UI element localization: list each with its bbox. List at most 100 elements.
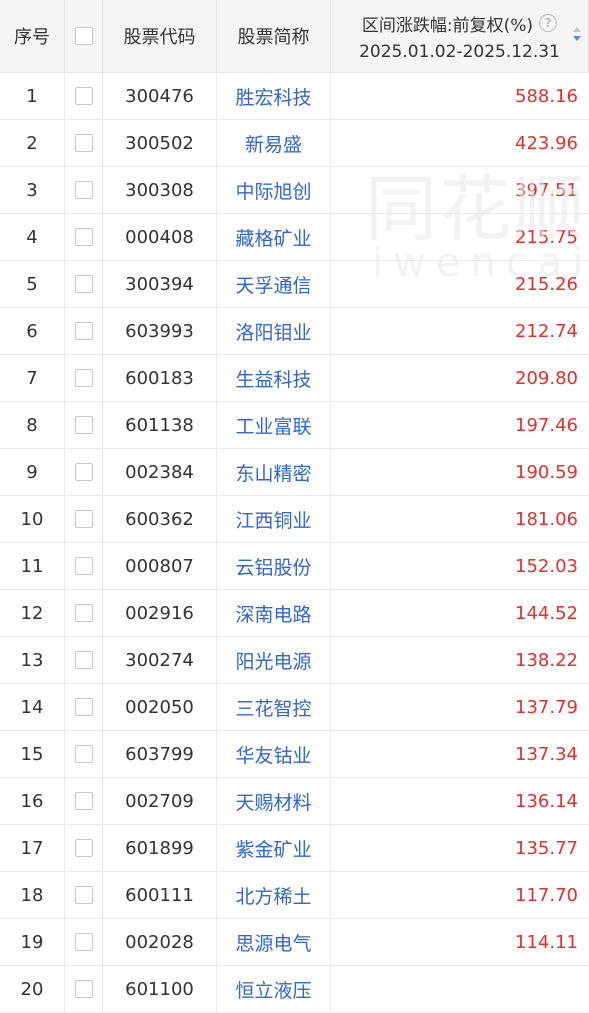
select-all-checkbox[interactable] xyxy=(74,27,93,45)
table-row[interactable]: 13 300274 阳光电源 138.22 xyxy=(0,637,589,684)
stock-name-link[interactable]: 东山精密 xyxy=(235,459,311,486)
row-name[interactable]: 中际旭创 xyxy=(217,167,331,213)
table-row[interactable]: 11 000807 云铝股份 152.03 xyxy=(0,543,589,590)
row-name[interactable]: 洛阳钼业 xyxy=(217,308,331,354)
row-name[interactable]: 深南电路 xyxy=(217,590,331,636)
row-name[interactable]: 三花智控 xyxy=(217,684,331,730)
table-row[interactable]: 1 300476 胜宏科技 588.16 xyxy=(0,73,589,120)
row-select[interactable] xyxy=(65,261,103,307)
help-icon[interactable]: ? xyxy=(539,14,558,32)
row-name[interactable]: 华友钴业 xyxy=(217,731,331,777)
header-code[interactable]: 股票代码 xyxy=(103,0,217,72)
header-select-all[interactable] xyxy=(65,0,103,72)
row-name[interactable]: 江西铜业 xyxy=(217,496,331,542)
row-select[interactable] xyxy=(65,449,103,495)
row-name[interactable]: 恒立液压 xyxy=(217,966,331,1012)
header-name[interactable]: 股票简称 xyxy=(217,0,331,72)
row-checkbox[interactable] xyxy=(74,510,93,528)
row-name[interactable]: 天赐材料 xyxy=(217,778,331,824)
row-checkbox[interactable] xyxy=(74,181,93,199)
row-name[interactable]: 紫金矿业 xyxy=(217,825,331,871)
row-name[interactable]: 天孚通信 xyxy=(217,261,331,307)
table-row[interactable]: 2 300502 新易盛 423.96 xyxy=(0,120,589,167)
table-row[interactable]: 18 600111 北方稀土 117.70 xyxy=(0,872,589,919)
row-name[interactable]: 阳光电源 xyxy=(217,637,331,683)
stock-name-link[interactable]: 洛阳钼业 xyxy=(235,318,311,345)
row-checkbox[interactable] xyxy=(74,886,93,904)
stock-name-link[interactable]: 中际旭创 xyxy=(235,177,311,204)
row-name[interactable]: 新易盛 xyxy=(217,120,331,166)
row-checkbox[interactable] xyxy=(74,745,93,763)
row-checkbox[interactable] xyxy=(74,980,93,998)
row-select[interactable] xyxy=(65,637,103,683)
row-select[interactable] xyxy=(65,120,103,166)
row-checkbox[interactable] xyxy=(74,651,93,669)
row-select[interactable] xyxy=(65,684,103,730)
row-select[interactable] xyxy=(65,919,103,965)
table-row[interactable]: 20 601100 恒立液压 xyxy=(0,966,589,1013)
table-row[interactable]: 12 002916 深南电路 144.52 xyxy=(0,590,589,637)
row-select[interactable] xyxy=(65,496,103,542)
sort-icon[interactable] xyxy=(572,26,582,42)
row-select[interactable] xyxy=(65,73,103,119)
row-checkbox[interactable] xyxy=(74,322,93,340)
row-name[interactable]: 工业富联 xyxy=(217,402,331,448)
row-name[interactable]: 思源电气 xyxy=(217,919,331,965)
row-checkbox[interactable] xyxy=(74,275,93,293)
header-change[interactable]: 区间涨跌幅:前复权(%) ? 2025.01.02-2025.12.31 xyxy=(331,0,589,72)
stock-name-link[interactable]: 天赐材料 xyxy=(235,788,311,815)
stock-name-link[interactable]: 新易盛 xyxy=(245,130,302,157)
row-select[interactable] xyxy=(65,402,103,448)
table-row[interactable]: 15 603799 华友钴业 137.34 xyxy=(0,731,589,778)
table-row[interactable]: 16 002709 天赐材料 136.14 xyxy=(0,778,589,825)
row-name[interactable]: 云铝股份 xyxy=(217,543,331,589)
row-checkbox[interactable] xyxy=(74,134,93,152)
row-name[interactable]: 胜宏科技 xyxy=(217,73,331,119)
row-name[interactable]: 东山精密 xyxy=(217,449,331,495)
row-checkbox[interactable] xyxy=(74,416,93,434)
stock-name-link[interactable]: 天孚通信 xyxy=(235,271,311,298)
row-name[interactable]: 生益科技 xyxy=(217,355,331,401)
row-checkbox[interactable] xyxy=(74,87,93,105)
table-row[interactable]: 6 603993 洛阳钼业 212.74 xyxy=(0,308,589,355)
row-select[interactable] xyxy=(65,214,103,260)
row-checkbox[interactable] xyxy=(74,604,93,622)
row-checkbox[interactable] xyxy=(74,839,93,857)
table-row[interactable]: 19 002028 思源电气 114.11 xyxy=(0,919,589,966)
stock-name-link[interactable]: 胜宏科技 xyxy=(235,83,311,110)
stock-name-link[interactable]: 江西铜业 xyxy=(235,506,311,533)
row-select[interactable] xyxy=(65,778,103,824)
stock-name-link[interactable]: 紫金矿业 xyxy=(235,835,311,862)
row-checkbox[interactable] xyxy=(74,369,93,387)
row-select[interactable] xyxy=(65,825,103,871)
table-row[interactable]: 3 300308 中际旭创 397.51 xyxy=(0,167,589,214)
row-checkbox[interactable] xyxy=(74,698,93,716)
table-row[interactable]: 14 002050 三花智控 137.79 xyxy=(0,684,589,731)
row-select[interactable] xyxy=(65,543,103,589)
stock-name-link[interactable]: 藏格矿业 xyxy=(235,224,311,251)
table-row[interactable]: 7 600183 生益科技 209.80 xyxy=(0,355,589,402)
row-name[interactable]: 藏格矿业 xyxy=(217,214,331,260)
table-row[interactable]: 5 300394 天孚通信 215.26 xyxy=(0,261,589,308)
stock-name-link[interactable]: 北方稀土 xyxy=(235,882,311,909)
row-select[interactable] xyxy=(65,731,103,777)
row-checkbox[interactable] xyxy=(74,792,93,810)
row-name[interactable]: 北方稀土 xyxy=(217,872,331,918)
stock-name-link[interactable]: 深南电路 xyxy=(235,600,311,627)
row-checkbox[interactable] xyxy=(74,933,93,951)
table-row[interactable]: 8 601138 工业富联 197.46 xyxy=(0,402,589,449)
row-select[interactable] xyxy=(65,872,103,918)
stock-name-link[interactable]: 云铝股份 xyxy=(235,553,311,580)
row-checkbox[interactable] xyxy=(74,228,93,246)
table-row[interactable]: 17 601899 紫金矿业 135.77 xyxy=(0,825,589,872)
row-select[interactable] xyxy=(65,966,103,1012)
stock-name-link[interactable]: 思源电气 xyxy=(235,929,311,956)
stock-name-link[interactable]: 恒立液压 xyxy=(235,976,311,1003)
row-select[interactable] xyxy=(65,590,103,636)
stock-name-link[interactable]: 三花智控 xyxy=(235,694,311,721)
row-checkbox[interactable] xyxy=(74,463,93,481)
stock-name-link[interactable]: 工业富联 xyxy=(235,412,311,439)
table-row[interactable]: 4 000408 藏格矿业 215.75 xyxy=(0,214,589,261)
row-select[interactable] xyxy=(65,308,103,354)
row-checkbox[interactable] xyxy=(74,557,93,575)
